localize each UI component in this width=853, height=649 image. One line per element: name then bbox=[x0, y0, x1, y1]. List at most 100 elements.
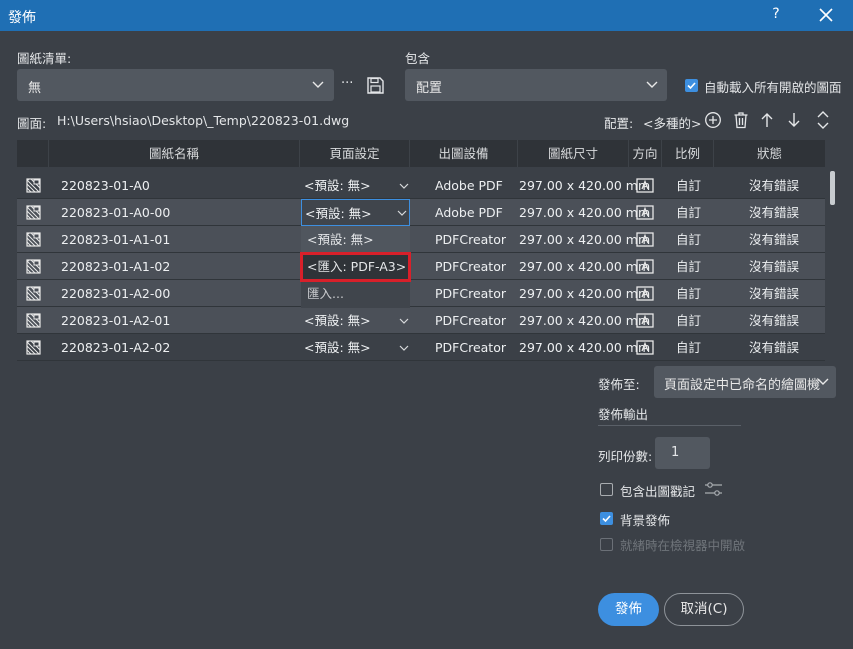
header-scale[interactable]: 比例 bbox=[662, 140, 714, 167]
title-bar: 發佈 ? bbox=[0, 0, 853, 31]
header-plotter[interactable]: 出圖設備 bbox=[410, 140, 518, 167]
copies-value: 1 bbox=[671, 445, 680, 460]
plotter-value: PDFCreator bbox=[435, 313, 506, 328]
header-page-setup[interactable]: 頁面設定 bbox=[300, 140, 410, 167]
chevron-down-icon bbox=[312, 81, 324, 88]
publish-output-label: 發佈輸出 bbox=[598, 407, 649, 422]
sheet-icon bbox=[26, 313, 41, 328]
plotter-value: PDFCreator bbox=[435, 286, 506, 301]
header-status[interactable]: 狀態 bbox=[714, 140, 825, 167]
chevron-down-icon[interactable] bbox=[399, 344, 409, 352]
background-publish-checkbox[interactable] bbox=[600, 512, 613, 525]
portrait-orientation-icon bbox=[636, 178, 654, 193]
sheet-icon bbox=[26, 232, 41, 247]
paper-size-value: 297.00 x 420.00 mm bbox=[519, 178, 651, 193]
sheet-name: 220823-01-A2-01 bbox=[61, 313, 171, 328]
plotter-value: PDFCreator bbox=[435, 259, 506, 274]
drawing-label: 圖面: bbox=[17, 116, 47, 131]
open-viewer-label: 就緒時在檢視器中開啟 bbox=[620, 538, 746, 553]
portrait-orientation-icon bbox=[636, 232, 654, 247]
help-button[interactable]: ? bbox=[768, 6, 784, 22]
table-row[interactable]: 220823-01-A2-02 <預設: 無> PDFCreator 297.0… bbox=[17, 334, 825, 361]
page-setup-value[interactable]: <預設: 無> bbox=[304, 334, 371, 361]
move-up-icon[interactable] bbox=[760, 112, 774, 128]
sheet-list-value: 無 bbox=[28, 81, 42, 96]
scale-value: 自訂 bbox=[676, 232, 702, 247]
table-row[interactable]: 220823-01-A1-01 PDFCreator 297.00 x 420.… bbox=[17, 226, 825, 253]
include-stamp-checkbox[interactable] bbox=[600, 483, 613, 496]
publish-button[interactable]: 發佈 bbox=[598, 593, 659, 626]
sheet-icon bbox=[26, 205, 41, 220]
portrait-orientation-icon bbox=[636, 205, 654, 220]
status-value: 沒有錯誤 bbox=[749, 178, 800, 193]
include-label: 包含 bbox=[405, 51, 431, 66]
settings-sliders-icon[interactable] bbox=[704, 481, 723, 498]
header-paper-size[interactable]: 圖紙尺寸 bbox=[518, 140, 629, 167]
table-row[interactable]: 220823-01-A2-01 <預設: 無> PDFCreator 297.0… bbox=[17, 307, 825, 334]
paper-size-value: 297.00 x 420.00 mm bbox=[519, 232, 651, 247]
table-header: 圖紙名稱 頁面設定 出圖設備 圖紙尺寸 方向 比例 狀態 bbox=[17, 140, 825, 167]
status-value: 沒有錯誤 bbox=[749, 259, 800, 274]
scale-value: 自訂 bbox=[676, 259, 702, 274]
include-combo[interactable]: 配置 bbox=[405, 69, 667, 101]
sheet-icon bbox=[26, 178, 41, 193]
chevron-down-icon[interactable] bbox=[399, 317, 409, 325]
scale-value: 自訂 bbox=[676, 340, 702, 355]
sheet-icon bbox=[26, 340, 41, 355]
trash-icon[interactable] bbox=[733, 111, 749, 129]
plotter-value: PDFCreator bbox=[435, 340, 506, 355]
more-button[interactable]: ··· bbox=[341, 76, 353, 91]
paper-size-value: 297.00 x 420.00 mm bbox=[519, 313, 651, 328]
scale-value: 自訂 bbox=[676, 205, 702, 220]
page-setup-value[interactable]: <預設: 無> bbox=[304, 307, 371, 334]
close-icon[interactable] bbox=[817, 5, 835, 25]
dropdown-option[interactable]: <預設: 無> bbox=[301, 226, 410, 253]
plotter-value: Adobe PDF bbox=[435, 178, 503, 193]
drawing-path: H:\Users\hsiao\Desktop\_Temp\220823-01.d… bbox=[57, 113, 350, 128]
window-title: 發佈 bbox=[8, 10, 36, 26]
table-row[interactable]: 220823-01-A0 <預設: 無> Adobe PDF 297.00 x … bbox=[17, 172, 825, 199]
sheet-name: 220823-01-A2-02 bbox=[61, 340, 171, 355]
paper-size-value: 297.00 x 420.00 mm bbox=[519, 340, 651, 355]
highlight-box bbox=[300, 252, 411, 282]
publish-to-label: 發佈至: bbox=[598, 377, 640, 392]
table-scrollbar[interactable] bbox=[830, 171, 835, 205]
publish-to-combo[interactable]: 頁面設定中已命名的繪圖機 bbox=[654, 366, 836, 398]
sort-icon[interactable] bbox=[816, 110, 830, 130]
page-setup-dropdown[interactable]: <預設: 無> bbox=[301, 199, 410, 226]
include-value: 配置 bbox=[416, 81, 443, 96]
dropdown-option[interactable]: 匯入... bbox=[301, 280, 410, 307]
table-row[interactable]: 220823-01-A1-02 PDFCreator 297.00 x 420.… bbox=[17, 253, 825, 280]
scale-value: 自訂 bbox=[676, 313, 702, 328]
page-setup-selected: <預設: 無> bbox=[305, 206, 372, 221]
plotter-value: Adobe PDF bbox=[435, 205, 503, 220]
auto-load-checkbox[interactable] bbox=[685, 79, 698, 92]
copies-input[interactable]: 1 bbox=[655, 437, 710, 469]
portrait-orientation-icon bbox=[636, 313, 654, 328]
status-value: 沒有錯誤 bbox=[749, 313, 800, 328]
copies-label: 列印份數: bbox=[598, 449, 653, 464]
move-down-icon[interactable] bbox=[787, 112, 801, 128]
portrait-orientation-icon bbox=[636, 259, 654, 274]
cancel-button[interactable]: 取消(C) bbox=[664, 593, 744, 626]
page-setup-value[interactable]: <預設: 無> bbox=[304, 172, 371, 199]
sheet-name: 220823-01-A1-02 bbox=[61, 259, 171, 274]
sheet-table: 圖紙名稱 頁面設定 出圖設備 圖紙尺寸 方向 比例 狀態 220823-01-A… bbox=[17, 140, 825, 362]
save-icon[interactable] bbox=[366, 76, 385, 95]
sheet-list-combo[interactable]: 無 bbox=[17, 69, 334, 101]
header-sheet-name[interactable]: 圖紙名稱 bbox=[49, 140, 300, 167]
table-row[interactable]: 220823-01-A2-00 PDFCreator 297.00 x 420.… bbox=[17, 280, 825, 307]
chevron-down-icon[interactable] bbox=[399, 182, 409, 190]
header-orientation[interactable]: 方向 bbox=[629, 140, 662, 167]
status-value: 沒有錯誤 bbox=[749, 286, 800, 301]
plotter-value: PDFCreator bbox=[435, 232, 506, 247]
chevron-down-icon bbox=[397, 210, 407, 216]
scale-value: 自訂 bbox=[676, 286, 702, 301]
check-icon bbox=[687, 82, 696, 90]
sheet-icon bbox=[26, 259, 41, 274]
table-row[interactable]: 220823-01-A0-00 Adobe PDF 297.00 x 420.0… bbox=[17, 199, 825, 226]
status-value: 沒有錯誤 bbox=[749, 205, 800, 220]
header-icon-column bbox=[17, 140, 49, 167]
publish-to-value: 頁面設定中已命名的繪圖機 bbox=[664, 378, 821, 393]
add-icon[interactable] bbox=[704, 111, 722, 129]
